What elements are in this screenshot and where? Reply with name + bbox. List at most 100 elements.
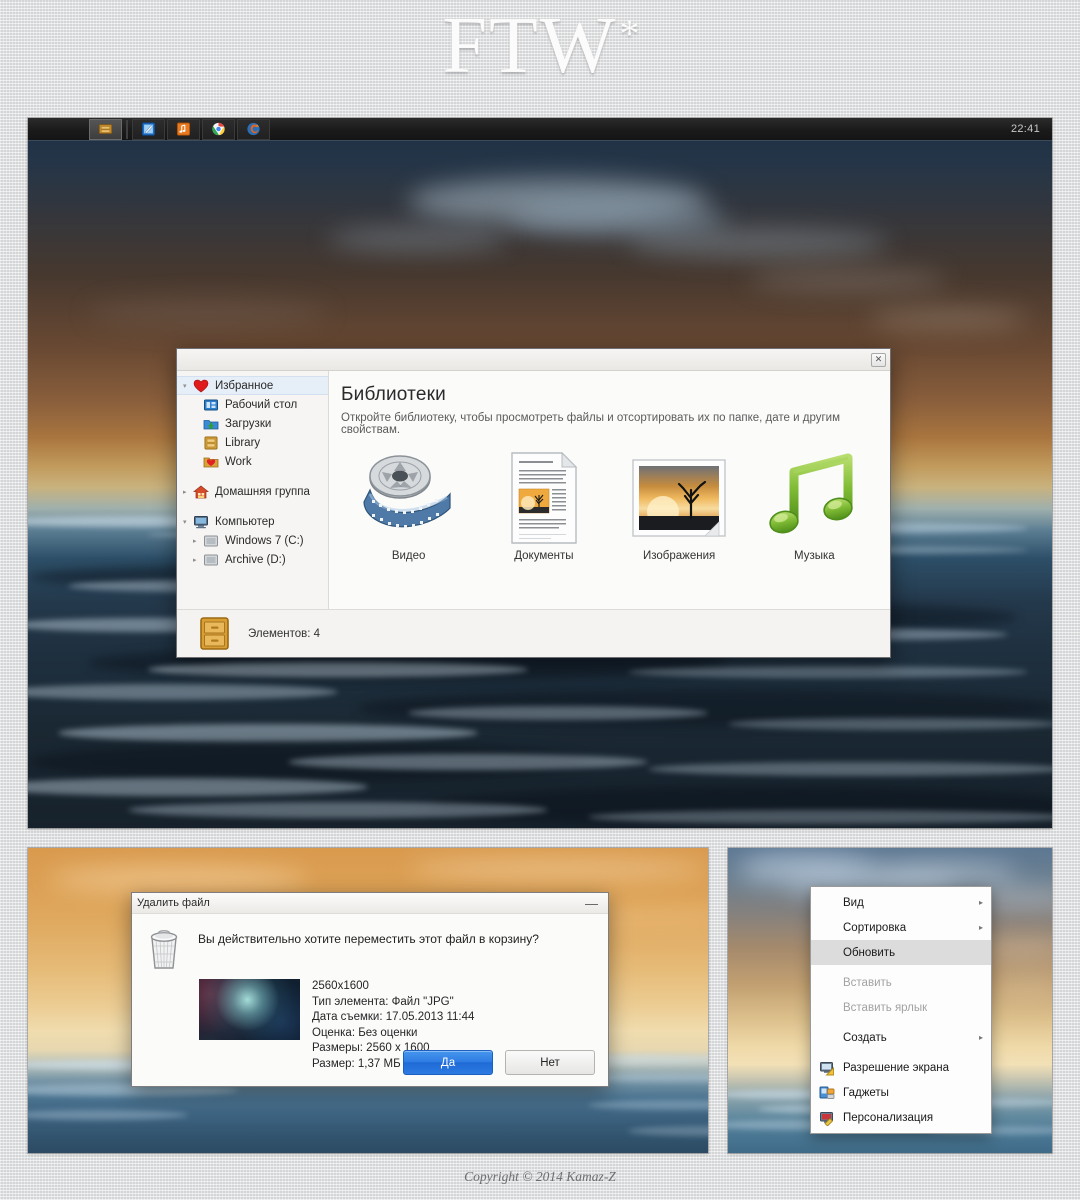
taskbar-button-chrome[interactable] xyxy=(202,118,235,140)
library-cabinet-icon xyxy=(204,436,218,449)
page-title: Библиотеки xyxy=(341,384,446,405)
page-footer: Copyright © 2014 Kamaz-Z xyxy=(0,1153,1080,1200)
sidebar-item-label: Рабочий стол xyxy=(225,398,298,411)
file-detail-line: Тип элемента: Файл "JPG" xyxy=(312,995,454,1008)
recycle-bin-icon xyxy=(150,930,178,969)
sidebar-item-label: Library xyxy=(225,436,261,449)
taskbar-separator xyxy=(126,119,128,139)
library-item-documents[interactable]: Документы xyxy=(476,450,611,562)
file-detail-line: Оценка: Без оценки xyxy=(312,1026,418,1039)
sidebar-item-homegroup[interactable]: ▸ Домашняя группа xyxy=(177,482,328,501)
sidebar-item-label: Загрузки xyxy=(225,417,272,430)
sidebar-item-library[interactable]: Library xyxy=(177,433,328,452)
page-subtitle: Откройте библиотеку, чтобы просмотреть ф… xyxy=(341,412,841,436)
work-folder-icon xyxy=(203,457,219,467)
desktop-context-menu: Вид ▸ Сортировка ▸ Обновить Вставить Вст… xyxy=(810,886,992,1134)
context-menu-item-new[interactable]: Создать ▸ xyxy=(811,1025,991,1050)
library-cabinet-icon xyxy=(200,617,229,650)
firefox-icon xyxy=(247,122,260,136)
context-menu-item-gadgets[interactable]: Гаджеты xyxy=(811,1080,991,1105)
gadgets-icon xyxy=(819,1086,835,1099)
sidebar-item-drive-c[interactable]: ▸ Windows 7 (C:) xyxy=(177,531,328,550)
sidebar-item-downloads[interactable]: Загрузки xyxy=(177,414,328,433)
library-item-icon xyxy=(747,450,882,546)
logo-asterisk-icon: * xyxy=(619,11,640,56)
library-item-video[interactable]: Видео xyxy=(341,450,476,562)
document-icon xyxy=(511,451,578,544)
folder-drawer-icon xyxy=(98,124,113,134)
downloads-icon xyxy=(203,419,219,429)
library-item-icon xyxy=(612,450,747,546)
chevron-right-icon[interactable]: ▸ xyxy=(183,488,193,496)
dialog-title: Удалить файл xyxy=(137,897,210,909)
picture-icon xyxy=(632,459,726,537)
taskbar-clock: 22:41 xyxy=(1010,123,1040,135)
taskbar-button-explorer[interactable] xyxy=(89,118,122,140)
status-text: Элементов: 4 xyxy=(248,627,321,640)
delete-file-dialog: Удалить файл — Вы действительно хотите п… xyxy=(131,892,609,1087)
library-item-label: Видео xyxy=(391,550,426,562)
page-header: FTW* xyxy=(0,0,1080,115)
chevron-down-icon[interactable]: ▾ xyxy=(183,382,193,390)
minimize-icon[interactable]: — xyxy=(581,897,602,910)
notepad-pen-icon xyxy=(141,122,156,136)
sidebar-item-drive-d[interactable]: ▸ Archive (D:) xyxy=(177,550,328,569)
close-icon[interactable]: ✕ xyxy=(871,352,886,367)
confirm-button[interactable]: Да xyxy=(403,1050,493,1075)
desktop-screenshot-delete-dialog: Удалить файл — Вы действительно хотите п… xyxy=(28,848,708,1153)
dialog-titlebar[interactable]: Удалить файл — xyxy=(132,893,608,914)
file-detail-line: 2560x1600 xyxy=(312,980,369,992)
sidebar-item-computer[interactable]: ▾ Компьютер xyxy=(177,512,328,531)
context-menu-item-refresh[interactable]: Обновить xyxy=(811,940,991,965)
cancel-button[interactable]: Нет xyxy=(505,1050,595,1075)
window-titlebar[interactable]: ✕ xyxy=(177,349,890,371)
chevron-right-icon[interactable]: ▸ xyxy=(193,537,203,545)
library-item-icon xyxy=(476,450,611,546)
context-menu-item-label: Гаджеты xyxy=(843,1086,889,1099)
context-menu-item-label: Вид xyxy=(843,896,864,909)
site-logo: FTW* xyxy=(0,4,1080,88)
context-menu-item-sort[interactable]: Сортировка ▸ xyxy=(811,915,991,940)
drive-icon xyxy=(204,554,218,565)
logo-text: FTW xyxy=(442,2,618,90)
dialog-question-row: Вы действительно хотите переместить этот… xyxy=(144,926,594,970)
library-item-icon xyxy=(341,450,476,546)
context-menu-item-screen-resolution[interactable]: Разрешение экрана xyxy=(811,1055,991,1080)
context-menu-item-personalization[interactable]: Персонализация xyxy=(811,1105,991,1130)
music-notes-icon xyxy=(769,453,854,534)
context-menu-item-label: Создать xyxy=(843,1031,887,1044)
library-item-label: Документы xyxy=(514,550,574,562)
desktop-icon xyxy=(204,399,218,410)
homegroup-icon xyxy=(193,485,209,498)
sidebar-item-favorites[interactable]: ▾ Избранное xyxy=(177,376,328,395)
menu-icon-slot xyxy=(819,1085,843,1101)
library-item-label: Изображения xyxy=(642,550,716,562)
submenu-arrow-icon: ▸ xyxy=(978,923,983,932)
sidebar-item-desktop[interactable]: Рабочий стол xyxy=(177,395,328,414)
music-note-icon xyxy=(176,122,191,136)
chevron-down-icon[interactable]: ▾ xyxy=(183,518,193,526)
menu-icon-slot xyxy=(819,1060,843,1076)
taskbar: 22:41 xyxy=(28,118,1052,141)
library-item-music[interactable]: Музыка xyxy=(747,450,882,562)
chevron-right-icon[interactable]: ▸ xyxy=(193,556,203,564)
sidebar-item-work[interactable]: Work xyxy=(177,452,328,471)
sidebar-item-label: Windows 7 (C:) xyxy=(225,534,304,547)
context-menu-item-label: Вставить ярлык xyxy=(843,1001,928,1014)
context-menu-item-label: Персонализация xyxy=(843,1111,934,1124)
taskbar-button-music[interactable] xyxy=(167,118,200,140)
context-menu-item-view[interactable]: Вид ▸ xyxy=(811,890,991,915)
sidebar-item-label: Компьютер xyxy=(215,515,275,528)
sidebar-item-label: Домашняя группа xyxy=(215,485,310,498)
context-menu-item-paste: Вставить xyxy=(811,970,991,995)
menu-icon-slot xyxy=(819,1110,843,1126)
film-reel-icon xyxy=(363,455,451,528)
library-item-pictures[interactable]: Изображения xyxy=(612,450,747,562)
desktop-screenshot-context-menu: Вид ▸ Сортировка ▸ Обновить Вставить Вст… xyxy=(728,848,1052,1153)
taskbar-button-firefox[interactable] xyxy=(237,118,270,140)
navigation-pane: ▾ Избранное Рабочий стол Загрузки Librar… xyxy=(177,371,329,609)
status-bar: Элементов: 4 xyxy=(177,609,890,657)
taskbar-button-notepad[interactable] xyxy=(132,118,165,140)
